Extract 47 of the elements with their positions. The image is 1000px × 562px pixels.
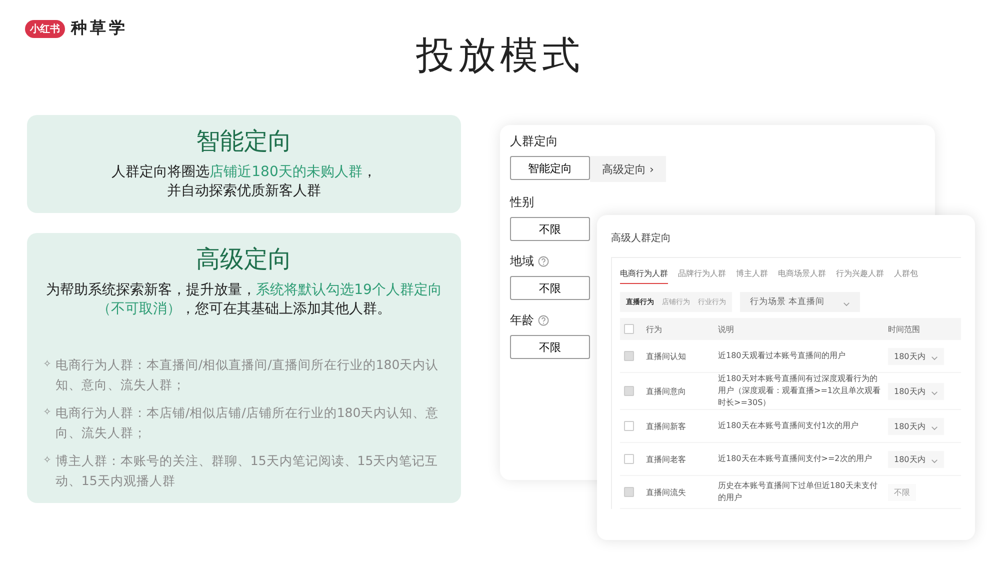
table-cell-text: 直播间新客 — [646, 420, 687, 432]
option-button[interactable]: 不限 — [510, 335, 590, 359]
tab[interactable]: 品牌行为人群 — [678, 268, 726, 284]
brand-logo: 小红书 — [25, 20, 65, 38]
tab[interactable]: 博主人群 — [736, 268, 768, 284]
column-header: 时间范围 — [888, 324, 921, 334]
card-title: 智能定向 — [196, 126, 292, 157]
tab[interactable]: 行为兴趣人群 — [836, 268, 884, 284]
table-cell-text: 历史在本账号直播间下过单但近180天未支付的用户 — [718, 480, 878, 504]
bullet-mark: ✧ — [43, 358, 52, 372]
field-label: 年龄 — [510, 312, 534, 329]
bullet-text: 电商行为人群：本店铺/相似店铺/店铺所在行业的180天内认知、意向、流失人群； — [55, 404, 440, 442]
table-cell-text: 近180天在本账号直播间支付>=2次的用户 — [718, 453, 873, 465]
bullet-mark: ✧ — [43, 406, 52, 420]
field-label: 性别 — [510, 194, 534, 211]
range-select[interactable]: 180天内 — [888, 348, 944, 364]
card-text: 为帮助系统探索新客，提升放量，系统将默认勾选19个人群定向（不可取消），您可在其基础上添加其他人群。 — [45, 281, 443, 319]
table-cell-text: 近180天在本账号直播间支付1次的用户 — [718, 420, 860, 432]
range-select[interactable]: 180天内 — [888, 418, 944, 434]
table-cell-text: 直播间意向 — [646, 386, 687, 396]
card-title: 高级定向 — [196, 244, 292, 275]
field-label: 地域 — [510, 253, 534, 270]
option-button[interactable]: 智能定向 — [510, 156, 590, 180]
table-cell-text: 近180天对本账号直播间有过深度观看行为的用户（深度观看：观看直播>=1次且单次观看时长>=30S） — [718, 373, 882, 409]
tab[interactable]: 人群包 — [894, 268, 918, 284]
bullet-text: 博主人群：本账号的关注、群聊、15天内笔记阅读、15天内笔记互动、15天内观播人群 — [55, 452, 440, 490]
dialog-title: 高级人群定向 — [611, 232, 672, 245]
option-button[interactable]: 不限 — [510, 276, 590, 300]
table-cell-text: 近180天观看过本账号直播间的用户 — [718, 350, 846, 362]
brand-name: 种草学 — [71, 18, 128, 39]
card-text: 人群定向将圈选店铺近180天的未购人群， 并自动探索优质新客人群 — [112, 163, 376, 201]
column-header: 说明 — [718, 324, 735, 334]
table-cell-text: 直播间老客 — [646, 454, 687, 464]
column-header: 行为 — [646, 324, 663, 334]
scene-select[interactable]: 行为场景 本直播间 — [740, 292, 860, 312]
table-cell-text: 直播间流失 — [646, 486, 687, 498]
bullet-text: 电商行为人群：本直播间/相似直播间/直播间所在行业的180天内认知、意向、流失人群； — [55, 356, 440, 394]
advanced-link[interactable]: 高级定向 › — [590, 156, 666, 182]
table-cell-text: 直播间认知 — [646, 350, 687, 362]
field-label: 人群定向 — [510, 133, 558, 150]
tab[interactable]: 电商场景人群 — [778, 268, 826, 284]
tab[interactable]: 电商行为人群 — [620, 268, 668, 284]
slide-title: 投放模式 — [415, 32, 585, 79]
range-select[interactable]: 180天内 — [888, 450, 944, 468]
option-button[interactable]: 不限 — [510, 217, 590, 241]
range-select[interactable]: 180天内 — [888, 382, 944, 400]
bullet-mark: ✧ — [43, 454, 52, 468]
